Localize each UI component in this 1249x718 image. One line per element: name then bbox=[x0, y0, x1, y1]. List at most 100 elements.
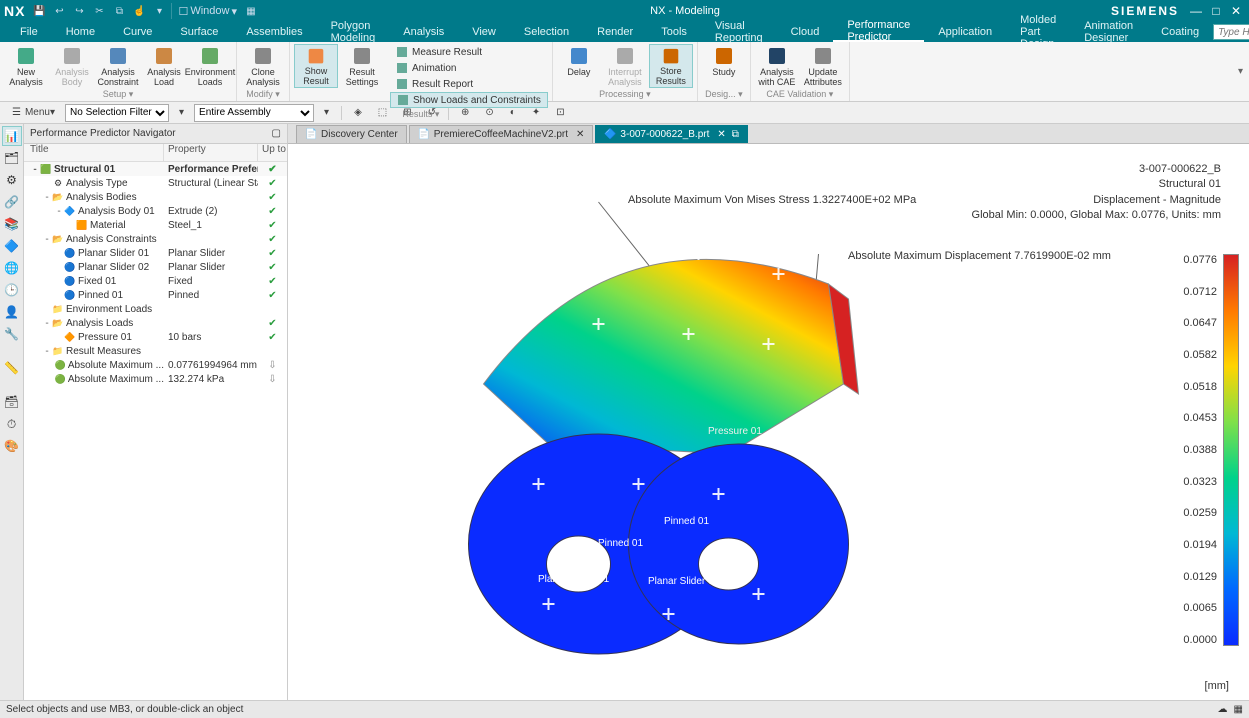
maximize-button[interactable]: □ bbox=[1207, 3, 1225, 19]
menu-polygon-modeling[interactable]: Polygon Modeling bbox=[317, 22, 390, 42]
tree-row[interactable]: 🔵Fixed 01Fixed✔ bbox=[24, 274, 287, 288]
menu-molded-part-design[interactable]: Molded Part Design bbox=[1006, 22, 1070, 42]
menu-view[interactable]: View bbox=[458, 22, 510, 42]
doc-tab[interactable]: 📄Discovery Center bbox=[296, 125, 407, 143]
clock-icon[interactable]: ⏱ bbox=[2, 414, 22, 434]
tb-icon-9[interactable]: ⊡ bbox=[550, 104, 570, 122]
constraint-nav-icon[interactable]: 🔗 bbox=[2, 192, 22, 212]
group-results[interactable]: Results ▾ bbox=[294, 108, 548, 121]
result-report-button[interactable]: Result Report bbox=[390, 76, 548, 92]
tree-row[interactable]: 🟢Absolute Maximum ...132.274 kPa⇩ bbox=[24, 372, 287, 386]
group-cae-validation[interactable]: CAE Validation ▾ bbox=[755, 88, 845, 101]
tree-row[interactable]: -🔷Analysis Body 01Extrude (2)✔ bbox=[24, 204, 287, 218]
roles-icon[interactable]: 👤 bbox=[2, 302, 22, 322]
status-icon-1[interactable]: ☁ bbox=[1218, 704, 1228, 715]
assembly-nav-icon[interactable]: ⚙ bbox=[2, 170, 22, 190]
part-nav-icon[interactable]: 🗂 bbox=[2, 148, 22, 168]
close-button[interactable]: ✕ bbox=[1227, 3, 1245, 19]
tree-row[interactable]: -📂Analysis Loads✔ bbox=[24, 316, 287, 330]
menu-tools[interactable]: Tools bbox=[647, 22, 701, 42]
menu-visual-reporting[interactable]: Visual Reporting bbox=[701, 22, 777, 42]
tree-row[interactable]: 🟧MaterialSteel_1✔ bbox=[24, 218, 287, 232]
tree-row[interactable]: -📂Analysis Constraints✔ bbox=[24, 232, 287, 246]
tree-row[interactable]: -📂Analysis Bodies✔ bbox=[24, 190, 287, 204]
menu-selection[interactable]: Selection bbox=[510, 22, 583, 42]
redo-icon[interactable]: ↪ bbox=[71, 3, 87, 19]
selection-filter-dropdown[interactable]: No Selection Filter bbox=[65, 104, 169, 122]
status-icon-2[interactable]: ▦ bbox=[1234, 704, 1243, 715]
environment-loads-button[interactable]: EnvironmentLoads bbox=[188, 44, 232, 88]
search-box[interactable] bbox=[1213, 24, 1249, 40]
tab-close-icon[interactable]: ✕ bbox=[576, 129, 584, 140]
animation-button[interactable]: Animation bbox=[390, 60, 548, 76]
analysis-load-button[interactable]: AnalysisLoad bbox=[142, 44, 186, 88]
navigator-tree[interactable]: -🟩Structural 01Performance Preferred✔ ⚙A… bbox=[24, 162, 287, 700]
result-settings-button[interactable]: ResultSettings bbox=[340, 44, 384, 88]
search-input[interactable] bbox=[1213, 24, 1249, 40]
group-processing[interactable]: Processing ▾ bbox=[557, 88, 693, 101]
reuse-lib-icon[interactable]: 📚 bbox=[2, 214, 22, 234]
history-icon[interactable]: 🕒 bbox=[2, 280, 22, 300]
menu-animation-designer[interactable]: Animation Designer bbox=[1070, 22, 1147, 42]
analysis-with-cae-button[interactable]: Analysiswith CAE bbox=[755, 44, 799, 88]
minimize-button[interactable]: — bbox=[1187, 3, 1205, 19]
ribbon-collapse-icon[interactable]: ▾ bbox=[1238, 66, 1243, 77]
window-menu[interactable]: ☐Window▾ bbox=[171, 3, 243, 19]
analysis-constraint-button[interactable]: AnalysisConstraint bbox=[96, 44, 140, 88]
browser-icon[interactable]: 🌐 bbox=[2, 258, 22, 278]
menu-button[interactable]: ☰ Menu ▾ bbox=[6, 104, 61, 122]
menu-coating[interactable]: Coating bbox=[1147, 22, 1213, 42]
more-icon[interactable]: ▾ bbox=[151, 3, 167, 19]
col-title[interactable]: Title bbox=[24, 144, 164, 161]
menu-cloud[interactable]: Cloud bbox=[777, 22, 834, 42]
study-button[interactable]: Study bbox=[702, 44, 746, 88]
menu-curve[interactable]: Curve bbox=[109, 22, 166, 42]
tree-row[interactable]: 📁Environment Loads bbox=[24, 302, 287, 316]
tree-row[interactable]: 🔵Planar Slider 01Planar Slider✔ bbox=[24, 246, 287, 260]
update-attributes-button[interactable]: UpdateAttributes bbox=[801, 44, 845, 88]
menu-application[interactable]: Application bbox=[924, 22, 1006, 42]
tree-row[interactable]: 🔵Pinned 01Pinned✔ bbox=[24, 288, 287, 302]
menu-render[interactable]: Render bbox=[583, 22, 647, 42]
col-upto[interactable]: Up to bbox=[258, 144, 287, 161]
show-loads-constraints-button[interactable]: Show Loads and Constraints bbox=[390, 92, 548, 108]
graphics-viewport[interactable]: 📄Discovery Center📄PremiereCoffeeMachineV… bbox=[288, 124, 1249, 700]
system-icon[interactable]: 🔧 bbox=[2, 324, 22, 344]
hd3d-icon[interactable]: 🔷 bbox=[2, 236, 22, 256]
doc-tab[interactable]: 📄PremiereCoffeeMachineV2.prt✕ bbox=[409, 125, 594, 143]
menu-surface[interactable]: Surface bbox=[166, 22, 232, 42]
copy-icon[interactable]: ⧉ bbox=[111, 3, 127, 19]
measure-result-button[interactable]: Measure Result bbox=[390, 44, 548, 60]
clone-analysis-button[interactable]: CloneAnalysis bbox=[241, 44, 285, 88]
menu-file[interactable]: File bbox=[6, 22, 52, 42]
tree-row[interactable]: -📁Result Measures bbox=[24, 344, 287, 358]
navigator-close-icon[interactable]: ▢ bbox=[272, 128, 281, 139]
new-analysis-button[interactable]: NewAnalysis bbox=[4, 44, 48, 88]
group-desig-[interactable]: Desig... ▾ bbox=[702, 88, 746, 101]
touch-icon[interactable]: ☝ bbox=[131, 3, 147, 19]
show-result-button[interactable]: ShowResult bbox=[294, 44, 338, 88]
store-results-button[interactable]: StoreResults bbox=[649, 44, 693, 88]
menu-assemblies[interactable]: Assemblies bbox=[232, 22, 316, 42]
group-setup[interactable]: Setup ▾ bbox=[4, 88, 232, 101]
undo-icon[interactable]: ↩ bbox=[51, 3, 67, 19]
filter-reset-icon[interactable]: ▾ bbox=[173, 104, 190, 122]
layer-icon[interactable]: 🗃 bbox=[2, 392, 22, 412]
perf-predictor-tab-icon[interactable]: 📊 bbox=[2, 126, 22, 146]
group-modify[interactable]: Modify ▾ bbox=[241, 88, 285, 101]
tab-close-icon[interactable]: ✕ bbox=[717, 129, 725, 140]
doc-tab[interactable]: 🔷3-007-000622_B.prt✕⧉ bbox=[595, 125, 748, 143]
tree-row[interactable]: 🔵Planar Slider 02Planar Slider✔ bbox=[24, 260, 287, 274]
tree-row[interactable]: 🔶Pressure 0110 bars✔ bbox=[24, 330, 287, 344]
tree-row[interactable]: -🟩Structural 01Performance Preferred✔ bbox=[24, 162, 287, 176]
menu-analysis[interactable]: Analysis bbox=[389, 22, 458, 42]
render-icon[interactable]: 🎨 bbox=[2, 436, 22, 456]
col-property[interactable]: Property bbox=[164, 144, 258, 161]
app-switch-icon[interactable]: ▦ bbox=[243, 3, 259, 19]
measure-icon[interactable]: 📏 bbox=[2, 358, 22, 378]
menu-performance-predictor[interactable]: Performance Predictor bbox=[833, 22, 924, 42]
cut-icon[interactable]: ✂ bbox=[91, 3, 107, 19]
tree-row[interactable]: 🟢Absolute Maximum ...0.07761994964 mm⇩ bbox=[24, 358, 287, 372]
tree-row[interactable]: ⚙Analysis TypeStructural (Linear Statics… bbox=[24, 176, 287, 190]
menu-home[interactable]: Home bbox=[52, 22, 109, 42]
